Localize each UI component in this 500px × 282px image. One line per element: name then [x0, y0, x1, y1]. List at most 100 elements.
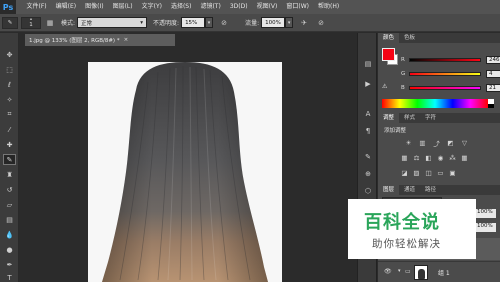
close-icon[interactable]: × — [124, 37, 129, 43]
options-bar: ✎ • 1 ▦ 模式: 正常 ▾ 不透明度: 15% ▾ ⊘ 流量: 100% … — [0, 14, 500, 32]
foreground-color-chip[interactable] — [382, 48, 395, 61]
blue-slider[interactable] — [409, 86, 481, 90]
selective-color-icon[interactable]: ▣ — [448, 168, 457, 177]
gradient-tool-icon[interactable]: ▤ — [3, 214, 16, 225]
opacity-slider-toggle[interactable]: ▾ — [205, 17, 214, 28]
brush-panel-icon[interactable]: ✎ — [362, 151, 374, 163]
dodge-tool-icon[interactable]: ● — [3, 244, 16, 255]
tab-styles[interactable]: 样式 — [399, 113, 420, 123]
warning-icon[interactable]: ⚠ — [382, 83, 387, 90]
hue-saturation-icon[interactable]: ▦ — [400, 153, 409, 162]
blue-value-input[interactable]: 21 — [486, 84, 500, 92]
levels-icon[interactable]: ▥ — [418, 138, 427, 147]
history-brush-tool-icon[interactable]: ↺ — [3, 184, 16, 195]
marquee-tool-icon[interactable]: ⬚ — [3, 64, 16, 75]
flow-label: 流量: — [245, 20, 260, 27]
menu-window[interactable]: 窗口(W) — [282, 0, 314, 14]
paragraph-panel-icon[interactable]: ¶ — [362, 125, 374, 137]
photo-filter-icon[interactable]: ◉ — [436, 153, 445, 162]
color-panel-tabs: 颜色 色板 — [378, 33, 500, 43]
red-label: R — [401, 57, 405, 63]
brush-size-picker[interactable]: • 1 — [21, 16, 41, 29]
curves-icon[interactable]: ⤴ — [432, 138, 441, 148]
expand-arrow-icon[interactable]: ▾ — [398, 268, 401, 274]
red-slider[interactable] — [409, 58, 481, 62]
3d-panel-icon[interactable]: ⬡ — [362, 185, 374, 197]
watermark-subtitle: 助你轻松解决 — [372, 238, 441, 250]
eraser-tool-icon[interactable]: ▱ — [3, 199, 16, 210]
menu-edit[interactable]: 编辑(E) — [51, 0, 80, 14]
menu-layer[interactable]: 图层(L) — [108, 0, 137, 14]
move-tool-icon[interactable]: ✥ — [3, 49, 16, 60]
quick-select-tool-icon[interactable]: ✧ — [3, 94, 16, 105]
healing-brush-tool-icon[interactable]: ✚ — [3, 139, 16, 150]
character-panel-icon[interactable]: A — [362, 108, 374, 120]
threshold-icon[interactable]: ◫ — [424, 168, 433, 177]
tools-panel: ✥ ⬚ ℓ ✧ ⌗ ⁄ ✚ ✎ ♜ ↺ ▱ ▤ 💧 ● ✒ T — [0, 33, 19, 282]
blue-slider-row: B 21 — [401, 84, 500, 92]
tab-adjustments[interactable]: 调整 — [378, 113, 400, 123]
spectrum-black[interactable] — [488, 103, 494, 108]
hair-photo — [88, 62, 282, 282]
blur-tool-icon[interactable]: 💧 — [3, 229, 16, 240]
tab-swatches[interactable]: 色板 — [399, 33, 420, 43]
flow-input[interactable]: 100% — [261, 17, 286, 28]
menu-type[interactable]: 文字(Y) — [137, 0, 166, 14]
exposure-icon[interactable]: ◩ — [446, 138, 455, 147]
tab-paths[interactable]: 路径 — [420, 185, 441, 195]
actions-panel-icon[interactable]: ▶ — [362, 78, 374, 90]
menu-view[interactable]: 视图(V) — [252, 0, 282, 14]
channel-mixer-icon[interactable]: ⁂ — [448, 153, 457, 162]
vibrance-icon[interactable]: ▽ — [460, 138, 469, 147]
brush-tool-icon[interactable]: ✎ — [3, 154, 16, 165]
eye-icon[interactable]: 👁 — [384, 268, 392, 275]
black-white-icon[interactable]: ◧ — [424, 153, 433, 162]
pressure-opacity-icon[interactable]: ⊘ — [218, 17, 230, 29]
green-slider[interactable] — [409, 72, 481, 76]
brightness-icon[interactable]: ☀ — [404, 138, 413, 147]
color-spectrum-bar[interactable] — [382, 99, 488, 108]
type-tool-icon[interactable]: T — [3, 272, 16, 282]
brush-icon: ✎ — [7, 19, 13, 26]
brush-preset-picker[interactable]: ✎ — [2, 16, 18, 29]
eyedropper-tool-icon[interactable]: ⁄ — [3, 124, 16, 135]
menu-file[interactable]: 文件(F) — [22, 0, 51, 14]
tab-channels[interactable]: 通道 — [399, 185, 420, 195]
invert-icon[interactable]: ◪ — [400, 168, 409, 177]
tab-character[interactable]: 字符 — [420, 113, 441, 123]
document-tab-title: 1.jpg @ 133% (图层 2, RGB/8#) * — [29, 38, 120, 44]
opacity-input[interactable]: 15% — [181, 17, 206, 28]
layer-thumbnail — [414, 265, 428, 280]
menu-3d[interactable]: 3D(D) — [225, 0, 252, 14]
document-tab[interactable]: 1.jpg @ 133% (图层 2, RGB/8#) * × — [25, 34, 175, 46]
history-panel-icon[interactable]: ▤ — [362, 58, 374, 70]
red-value-input[interactable]: 246 — [486, 56, 500, 64]
layers-panel-tabs: 图层 通道 路径 — [378, 185, 500, 195]
clone-source-panel-icon[interactable]: ⊕ — [362, 168, 374, 180]
document-canvas[interactable] — [88, 62, 282, 282]
menu-select[interactable]: 选择(S) — [166, 0, 196, 14]
posterize-icon[interactable]: ▨ — [412, 168, 421, 177]
pen-tool-icon[interactable]: ✒ — [3, 259, 16, 270]
pressure-size-icon[interactable]: ⊘ — [315, 17, 327, 29]
color-lookup-icon[interactable]: ▦ — [460, 153, 469, 162]
green-value-input[interactable]: 4 — [486, 70, 500, 78]
tab-layers[interactable]: 图层 — [378, 185, 400, 195]
gradient-map-icon[interactable]: ▭ — [436, 168, 445, 177]
layer-fill-input[interactable]: 100% — [476, 223, 496, 232]
clone-stamp-tool-icon[interactable]: ♜ — [3, 169, 16, 180]
menu-image[interactable]: 图像(I) — [81, 0, 108, 14]
brush-panel-toggle-icon[interactable]: ▦ — [44, 17, 56, 29]
layer-opacity-input[interactable]: 100% — [476, 209, 496, 218]
tab-color[interactable]: 颜色 — [378, 33, 400, 43]
color-balance-icon[interactable]: ⚖ — [412, 153, 421, 162]
menu-filter[interactable]: 滤镜(T) — [196, 0, 225, 14]
menu-help[interactable]: 帮助(H) — [314, 0, 344, 14]
mode-select[interactable]: 正常 ▾ — [77, 17, 148, 28]
lasso-tool-icon[interactable]: ℓ — [3, 79, 16, 90]
layer-row-group[interactable]: 👁 ▾ ▭ 组 1 — [378, 261, 500, 282]
crop-tool-icon[interactable]: ⌗ — [3, 109, 16, 120]
flow-slider-toggle[interactable]: ▾ — [285, 17, 294, 28]
airbrush-icon[interactable]: ✈ — [298, 17, 310, 29]
green-label: G — [401, 71, 406, 77]
